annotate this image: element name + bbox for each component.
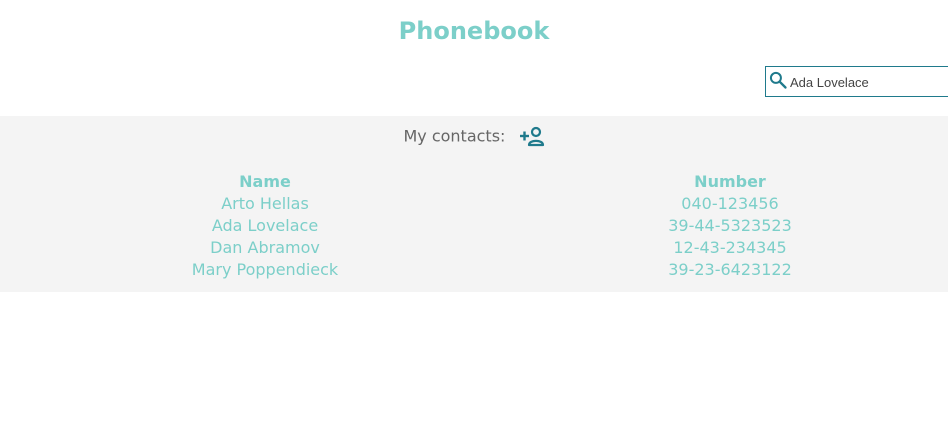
search-icon bbox=[769, 71, 787, 89]
person-add-icon[interactable] bbox=[519, 125, 545, 147]
contacts-panel: My contacts: Name Arto Hellas Ada Lovela… bbox=[0, 116, 948, 292]
contacts-header: My contacts: bbox=[0, 126, 948, 148]
number-column: Number 040-123456 39-44-5323523 12-43-23… bbox=[580, 171, 880, 281]
search-input[interactable] bbox=[790, 72, 948, 92]
contact-name: Arto Hellas bbox=[221, 194, 309, 213]
name-column: Name Arto Hellas Ada Lovelace Dan Abramo… bbox=[115, 171, 415, 281]
number-column-header: Number bbox=[694, 172, 766, 191]
contact-number: 39-44-5323523 bbox=[668, 216, 792, 235]
contacts-label: My contacts: bbox=[403, 126, 506, 146]
name-column-header: Name bbox=[239, 172, 291, 191]
contact-name: Mary Poppendieck bbox=[191, 260, 339, 279]
contact-name: Ada Lovelace bbox=[211, 216, 319, 235]
phonebook-page: Phonebook My contacts: Name Arto Hellas … bbox=[0, 0, 948, 442]
contact-name: Dan Abramov bbox=[210, 238, 320, 257]
search-box[interactable] bbox=[765, 66, 948, 97]
contact-number: 12-43-234345 bbox=[673, 238, 787, 257]
page-title: Phonebook bbox=[398, 17, 550, 45]
contact-number: 040-123456 bbox=[681, 194, 779, 213]
contact-number: 39-23-6423122 bbox=[668, 260, 792, 279]
